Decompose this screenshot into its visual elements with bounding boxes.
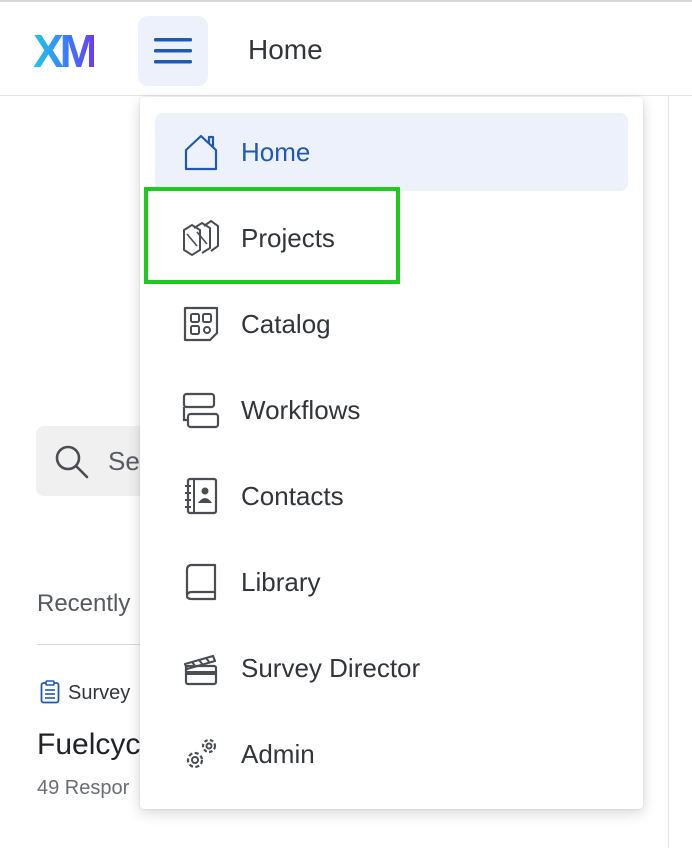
hamburger-menu-button[interactable] bbox=[138, 16, 208, 86]
nav-item-survey-director[interactable]: Survey Director bbox=[155, 629, 628, 707]
survey-title[interactable]: Fuelcyc bbox=[37, 728, 140, 762]
contacts-icon bbox=[185, 477, 218, 515]
nav-item-label: Workflows bbox=[241, 394, 361, 425]
nav-item-library[interactable]: Library bbox=[155, 543, 628, 621]
clapperboard-icon bbox=[183, 654, 218, 686]
nav-item-home[interactable]: Home bbox=[155, 113, 628, 191]
workflows-icon bbox=[182, 392, 220, 429]
nav-item-admin[interactable]: Admin bbox=[155, 715, 628, 793]
page-title: Home bbox=[248, 34, 323, 65]
nav-item-label: Catalog bbox=[241, 308, 331, 339]
survey-response-count: 49 Respor bbox=[37, 777, 130, 799]
nav-item-workflows[interactable]: Workflows bbox=[155, 371, 628, 449]
library-icon bbox=[185, 563, 217, 601]
nav-item-label: Survey Director bbox=[241, 652, 421, 683]
survey-type-label: Survey bbox=[68, 682, 131, 704]
panel-divider bbox=[668, 96, 669, 848]
nav-item-label: Contacts bbox=[241, 480, 344, 511]
survey-type-tag: Survey bbox=[40, 680, 130, 705]
recently-heading: Recently bbox=[37, 590, 131, 617]
catalog-icon bbox=[183, 306, 219, 342]
nav-item-label: Admin bbox=[241, 738, 315, 769]
nav-item-label: Home bbox=[241, 136, 311, 167]
search-icon bbox=[55, 445, 89, 479]
highlight-annotation bbox=[144, 187, 400, 284]
nav-item-contacts[interactable]: Contacts bbox=[155, 457, 628, 535]
gears-icon bbox=[186, 738, 217, 769]
nav-item-catalog[interactable]: Catalog bbox=[155, 285, 628, 363]
top-bar: XM Home bbox=[0, 0, 692, 96]
xm-logo[interactable]: XM bbox=[33, 28, 98, 74]
hamburger-icon bbox=[154, 38, 192, 64]
clipboard-icon bbox=[40, 680, 60, 704]
search-placeholder: Se bbox=[108, 446, 140, 476]
nav-item-label: Library bbox=[241, 566, 321, 597]
home-icon bbox=[184, 134, 218, 171]
divider bbox=[37, 644, 147, 645]
